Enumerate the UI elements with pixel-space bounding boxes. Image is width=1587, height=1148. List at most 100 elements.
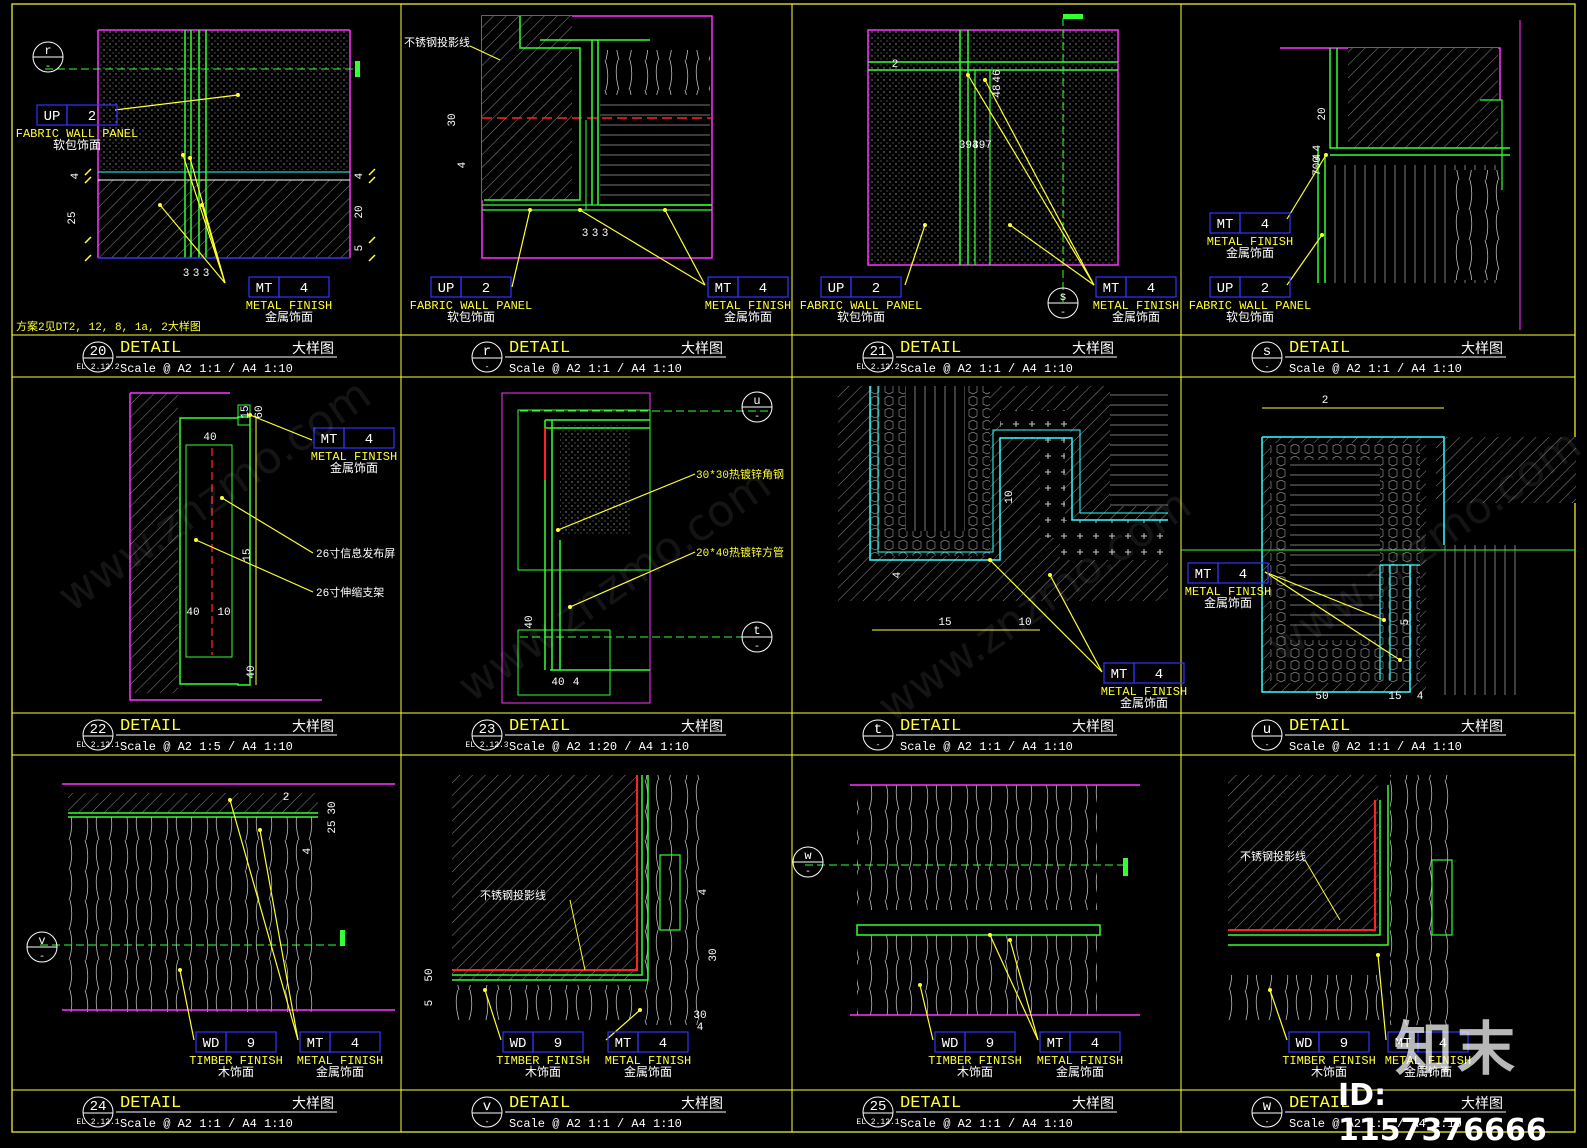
substrate-section	[68, 793, 318, 813]
tag-code: MT	[615, 1036, 632, 1052]
detail-reference: EL 2.12.2	[856, 363, 899, 372]
dimension-label: 15	[1388, 691, 1401, 703]
dimension-label: 4	[698, 888, 710, 895]
tag-number: 4	[1155, 667, 1163, 683]
material-tag: MT 4METAL FINISH金属饰面	[605, 1031, 691, 1080]
detail-title-cn: 大样图	[1461, 341, 1503, 358]
detail-scale: Scale @ A2 1:5 / A4 1:10	[120, 740, 293, 754]
dimension-label: 3	[193, 268, 200, 280]
dimension-tick	[84, 176, 92, 184]
section-marker-letter: u	[753, 394, 760, 408]
material-tag: UP 2FABRIC WALL PANEL软包饰面	[410, 276, 532, 325]
tag-number: 2	[872, 281, 880, 297]
section-marker-letter: r	[44, 44, 51, 58]
leader-line	[511, 209, 531, 288]
dimension-label: 4	[697, 1022, 704, 1034]
dimension-label: 10	[1018, 617, 1031, 629]
section-marker-letter: w	[804, 849, 812, 863]
dimension-tick	[84, 168, 92, 176]
detail-title: DETAIL	[120, 1094, 181, 1113]
detail-title-cn: 大样图	[1072, 719, 1114, 736]
detail-number: 23	[479, 722, 496, 738]
dimension-label: 4	[457, 161, 469, 168]
leader-dot	[194, 538, 198, 542]
level-mark	[1123, 858, 1128, 876]
leader-dot	[556, 528, 560, 532]
detail-number: 25	[870, 1099, 887, 1115]
tag-name-cn: 软包饰面	[447, 310, 495, 325]
board-section	[1040, 438, 1065, 538]
detail-scale: Scale @ A2 1:1 / A4 1:10	[1289, 740, 1462, 754]
tag-code: WD	[942, 1036, 959, 1052]
material-tag: MT 4METAL FINISH金属饰面	[705, 276, 791, 325]
dimension-label: 4	[1417, 691, 1424, 703]
leader-dot	[1398, 658, 1402, 662]
dimension-label: 5	[354, 245, 366, 252]
timber-section	[600, 100, 710, 200]
detail-number: r	[483, 344, 491, 360]
brand-logo: 知末	[1395, 1015, 1520, 1083]
leader-dot	[983, 78, 987, 82]
detail-reference: EL 2.12.1	[856, 1118, 899, 1127]
level-mark	[355, 61, 360, 77]
dimension-label: 40	[186, 607, 199, 619]
detail-title-cn: 大样图	[1461, 719, 1503, 736]
dimension-tick	[368, 254, 376, 262]
stainless-projection-note: 不锈钢投影线	[404, 35, 470, 50]
detail-title-cn: 大样图	[1072, 1096, 1114, 1113]
tag-name-cn: 软包饰面	[837, 310, 885, 325]
note-text: 26寸伸缩支架	[316, 585, 384, 600]
tag-code: MT	[1195, 567, 1212, 583]
material-tag: WD 9TIMBER FINISH木饰面	[1282, 1031, 1376, 1080]
detail-scale: Scale @ A2 1:1 / A4 1:10	[900, 362, 1073, 376]
leader-dot	[988, 558, 992, 562]
section-marker-letter: t	[753, 624, 760, 638]
leader-dot	[178, 968, 182, 972]
leader-dot	[663, 208, 667, 212]
tag-name-cn: 金属饰面	[1204, 595, 1252, 611]
timber-section	[1110, 386, 1168, 506]
fabric-panel-section	[98, 30, 350, 170]
detail-number: w	[1263, 1099, 1272, 1115]
dimension-label: 46	[992, 69, 1004, 82]
leader-line	[579, 209, 706, 286]
detail-number: s	[1263, 344, 1271, 360]
dimension-label: 40	[203, 432, 216, 444]
dimension-label: 4	[573, 677, 580, 689]
dimension-label: 30	[327, 801, 339, 814]
detail-title-cn: 大样图	[292, 719, 334, 736]
tag-name-cn: 金属饰面	[1112, 309, 1160, 325]
tag-name-cn: 木饰面	[218, 1065, 254, 1080]
dimension-label: 25	[67, 211, 79, 224]
detail-scale: Scale @ A2 1:1 / A4 1:10	[1289, 362, 1462, 376]
dimension-label: 15	[242, 548, 254, 561]
material-tag: WD 9TIMBER FINISH木饰面	[928, 1031, 1022, 1080]
tag-name-cn: 金属饰面	[724, 309, 772, 325]
timber-section	[857, 785, 1097, 910]
tag-code: MT	[1103, 281, 1120, 297]
dimension-label: 20	[1317, 107, 1329, 120]
timber-section	[600, 50, 710, 95]
tag-name-cn: 木饰面	[525, 1065, 561, 1080]
tag-code: UP	[1217, 281, 1234, 297]
detail-reference: EL 2.12.3	[465, 741, 508, 750]
tag-number: 9	[986, 1036, 994, 1052]
leader-line	[664, 209, 706, 286]
dimension-label: 10	[217, 607, 230, 619]
tag-number: 4	[759, 281, 767, 297]
dimension-label: 40	[524, 615, 536, 628]
material-tag: UP 2FABRIC WALL PANEL软包饰面	[1189, 276, 1311, 325]
detail-reference: EL 2.12.2	[76, 363, 119, 372]
detail-scale: Scale @ A2 1:1 / A4 1:10	[900, 740, 1073, 754]
detail-scale: Scale @ A2 1:1 / A4 1:10	[509, 1117, 682, 1131]
detail-number: 20	[90, 344, 107, 360]
section-marker-sub: -	[1060, 308, 1066, 319]
detail-number: t	[874, 722, 882, 738]
dimension-label: 2	[1322, 395, 1329, 407]
detail-reference: EL 2.12.1	[76, 1118, 119, 1127]
metal-profile	[68, 812, 318, 818]
dimension-label: 30	[708, 948, 720, 961]
detail-scale: Scale @ A2 1:20 / A4 1:10	[509, 740, 689, 754]
dimension-label: 40	[246, 665, 258, 678]
detail-title: DETAIL	[509, 339, 570, 358]
